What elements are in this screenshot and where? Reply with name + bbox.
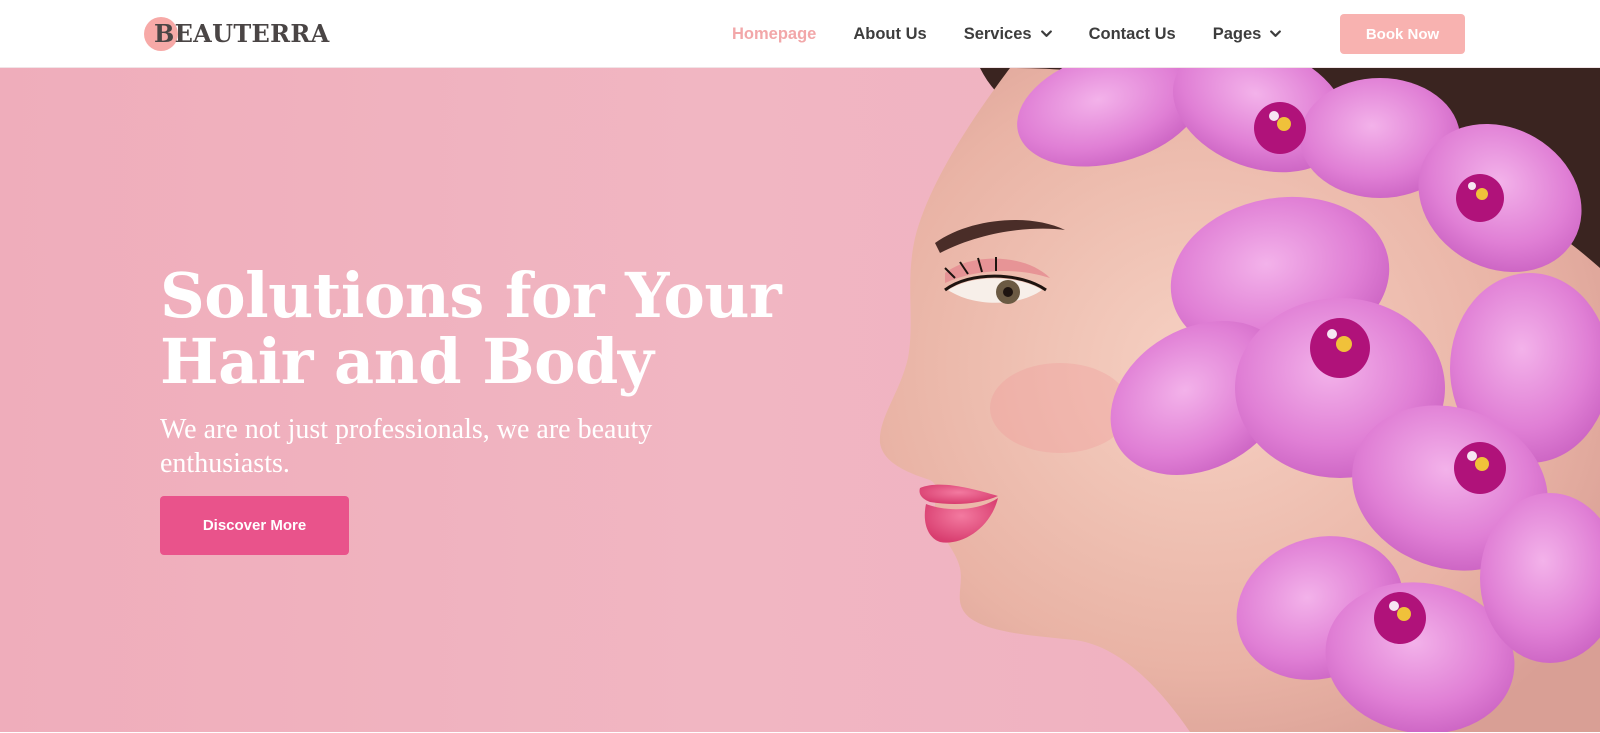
book-now-button[interactable]: Book Now bbox=[1340, 14, 1465, 54]
nav-label: Contact Us bbox=[1088, 24, 1176, 43]
main-nav: Homepage About Us Services Contact Us Pa… bbox=[732, 0, 1318, 68]
nav-item-homepage[interactable]: Homepage bbox=[732, 25, 816, 44]
nav-label: Pages bbox=[1212, 24, 1262, 43]
brand-name: BEAUTERRA bbox=[154, 18, 330, 48]
nav-item-pages[interactable]: Pages bbox=[1213, 25, 1282, 44]
woman-with-orchids-illustration bbox=[879, 68, 1600, 732]
site-header: BEAUTERRA Homepage About Us Services Con… bbox=[0, 0, 1600, 68]
chevron-down-icon bbox=[1040, 30, 1052, 38]
hero-section: Solutions for Your Hair and Body We are … bbox=[0, 68, 1600, 732]
discover-more-button[interactable]: Discover More bbox=[160, 496, 349, 555]
nav-label: About Us bbox=[853, 24, 927, 43]
hero-title: Solutions for Your Hair and Body bbox=[160, 259, 782, 398]
nav-label: Services bbox=[963, 24, 1032, 43]
nav-item-services[interactable]: Services bbox=[964, 25, 1052, 44]
nav-label: Homepage bbox=[732, 24, 817, 43]
nav-item-about-us[interactable]: About Us bbox=[853, 25, 926, 44]
nav-item-contact-us[interactable]: Contact Us bbox=[1089, 25, 1176, 44]
brand-logo[interactable]: BEAUTERRA bbox=[144, 14, 330, 52]
chevron-down-icon bbox=[1270, 30, 1282, 38]
hero-subtitle: We are not just professionals, we are be… bbox=[160, 414, 653, 479]
